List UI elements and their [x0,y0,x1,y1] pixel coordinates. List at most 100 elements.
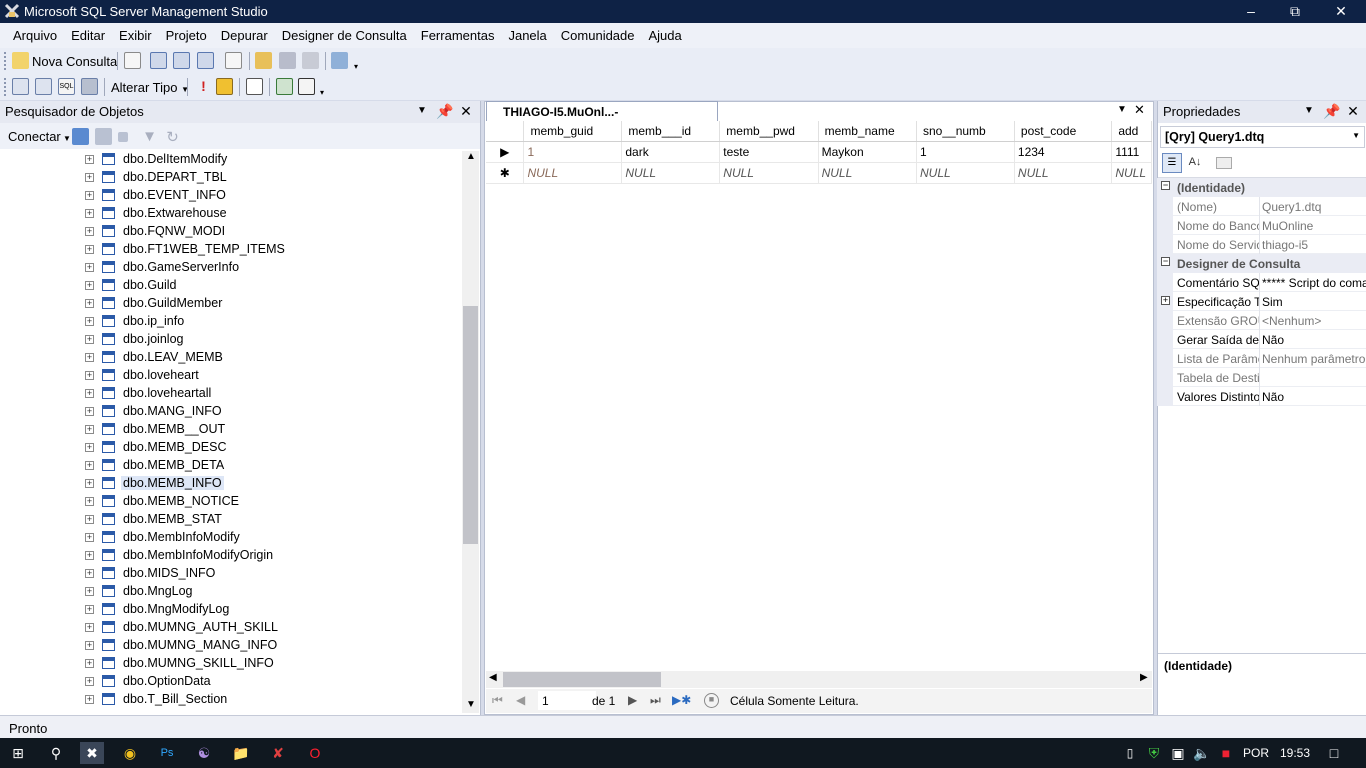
pin-icon[interactable]: 📌 [436,103,453,119]
first-record-icon[interactable]: ⏮ [492,693,503,708]
new-record-icon[interactable]: ▶✱ [672,693,691,707]
next-record-icon[interactable]: ▶ [628,693,637,707]
expand-icon[interactable]: + [85,245,94,254]
tree-item[interactable]: + dbo.joinlog [0,331,460,349]
tree-item[interactable]: + dbo.MUMNG_MANG_INFO [0,637,460,655]
categorized-icon[interactable]: ☰ [1162,153,1182,173]
expand-icon[interactable]: + [85,227,94,236]
toolbar-overflow-icon[interactable]: ▾ [320,88,328,98]
expand-icon[interactable]: + [85,533,94,542]
menu-depurar[interactable]: Depurar [214,23,275,48]
tree-item[interactable]: + dbo.MembInfoModifyOrigin [0,547,460,565]
expand-icon[interactable]: + [85,155,94,164]
analysis-query-icon[interactable] [225,52,242,69]
stop-icon[interactable] [118,132,128,142]
expand-icon[interactable]: + [85,695,94,704]
expand-icon[interactable]: + [85,209,94,218]
tools-icon[interactable]: ✘ [266,742,290,764]
expand-icon[interactable]: + [85,191,94,200]
show-results-icon[interactable] [81,78,98,95]
column-header[interactable]: memb_name [818,121,918,142]
cell[interactable]: 1 [523,141,623,163]
collapse-icon[interactable]: − [1161,257,1170,266]
cell[interactable]: NULL [719,162,819,184]
dmx-query-icon[interactable] [173,52,190,69]
tree-item[interactable]: + dbo.loveheartall [0,385,460,403]
expand-icon[interactable]: + [85,299,94,308]
expand-icon[interactable]: + [1161,296,1170,305]
menu-projeto[interactable]: Projeto [159,23,214,48]
expand-icon[interactable]: + [85,623,94,632]
tree-item[interactable]: + dbo.DelItemModify [0,151,460,169]
network-icon[interactable]: ▣ [1166,742,1190,764]
change-type-button[interactable]: Alterar Tipo ▼ [111,80,189,95]
property-row[interactable]: Lista de ParâmetrosNenhum parâmetro [1157,349,1366,368]
scrollbar-thumb[interactable] [463,306,478,544]
menu-comunidade[interactable]: Comunidade [554,23,642,48]
expand-icon[interactable]: + [85,407,94,416]
photoshop-icon[interactable]: Ps [155,742,179,764]
expand-icon[interactable]: + [85,641,94,650]
scroll-up-icon[interactable]: ▲ [466,151,476,162]
close-pane-icon[interactable]: ✕ [458,103,474,119]
show-sql-icon[interactable]: SQL [58,78,75,95]
pane-menu-icon[interactable]: ▼ [414,103,430,119]
toolbar-grip[interactable] [4,52,7,70]
property-category[interactable]: − (Identidade) [1157,178,1366,197]
tree-item[interactable]: + dbo.Extwarehouse [0,205,460,223]
cell[interactable]: 1 [916,141,1015,163]
tree-item[interactable]: + dbo.MEMB_DETA [0,457,460,475]
property-row[interactable]: + Especificação T Sim [1157,292,1366,311]
column-header[interactable]: post_code [1014,121,1113,142]
expand-icon[interactable]: + [85,281,94,290]
tree-item[interactable]: + dbo.FT1WEB_TEMP_ITEMS [0,241,460,259]
tree-item[interactable]: + dbo.loveheart [0,367,460,385]
show-diagram-icon[interactable] [12,78,29,95]
expand-icon[interactable]: + [85,389,94,398]
new-query-icon[interactable] [12,52,29,69]
shield-icon[interactable]: ⛨ [1142,742,1166,764]
pin-icon[interactable]: 📌 [1323,103,1340,119]
property-row[interactable]: Tabela de Destino [1157,368,1366,387]
start-icon[interactable]: ⊞ [6,742,30,764]
menu-exibir[interactable]: Exibir [112,23,159,48]
add-table-icon[interactable] [276,78,293,95]
group-by-icon[interactable] [246,78,263,95]
stop-icon[interactable]: ■ [704,693,719,708]
mdx-query-icon[interactable] [150,52,167,69]
restore-button[interactable]: ⧉ [1272,0,1318,23]
file-explorer-icon[interactable]: 📁 [229,742,253,764]
tree-item[interactable]: + dbo.MUMNG_SKILL_INFO [0,655,460,673]
expand-icon[interactable]: + [85,335,94,344]
scroll-left-icon[interactable]: ◀ [489,672,497,683]
open-folder-icon[interactable] [255,52,272,69]
tree-item[interactable]: + dbo.MngLog [0,583,460,601]
save-icon[interactable] [279,52,296,69]
tree-item[interactable]: + dbo.T_Bill_Section [0,691,460,709]
expand-icon[interactable]: + [85,461,94,470]
tree-item[interactable]: + dbo.MembInfoModify [0,529,460,547]
current-row-icon[interactable]: ▶ [486,141,525,163]
tree-item[interactable]: + dbo.FQNW_MODI [0,223,460,241]
toolbar-grip[interactable] [4,78,7,96]
menu-ajuda[interactable]: Ajuda [642,23,689,48]
cell[interactable]: Maykon [818,141,918,163]
tree-item[interactable]: + dbo.GameServerInfo [0,259,460,277]
scroll-right-icon[interactable]: ▶ [1140,672,1148,683]
cell[interactable]: NULL [916,162,1015,184]
pane-menu-icon[interactable]: ▼ [1301,103,1317,119]
tree-item[interactable]: + dbo.EVENT_INFO [0,187,460,205]
document-tab[interactable]: THIAGO-I5.MuOnl...- dbo.MEMB_INFO [486,101,718,133]
cell[interactable]: NULL [818,162,918,184]
tree-item[interactable]: + dbo.LEAV_MEMB [0,349,460,367]
tree-item[interactable]: + dbo.Guild [0,277,460,295]
chrome-icon[interactable]: ◉ [118,742,142,764]
print-icon[interactable] [302,52,319,69]
volume-icon[interactable]: 🔈 [1190,742,1214,764]
tree-item[interactable]: + dbo.MngModifyLog [0,601,460,619]
column-header[interactable]: memb__pwd [719,121,819,142]
xmla-query-icon[interactable] [197,52,214,69]
tree-item[interactable]: + dbo.OptionData [0,673,460,691]
cell[interactable]: dark [621,141,721,163]
refresh-icon[interactable]: ↻ [164,128,181,146]
